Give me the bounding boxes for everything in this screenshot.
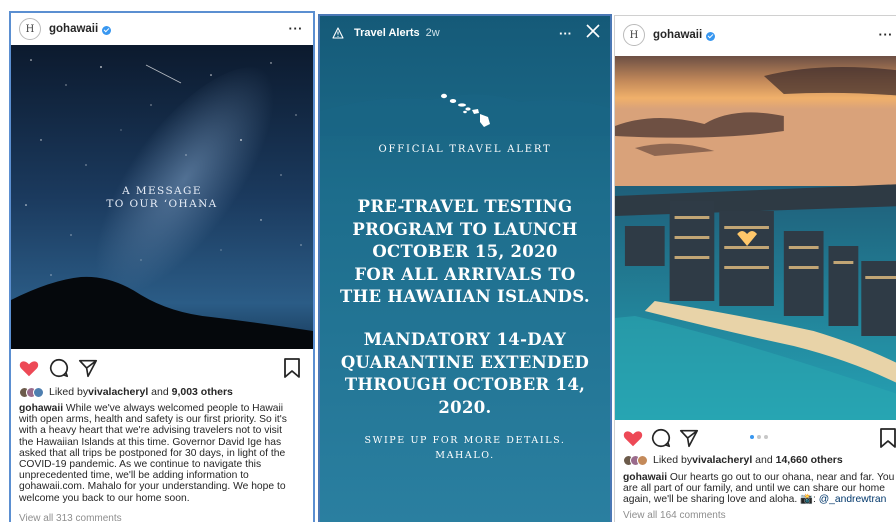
avatar bbox=[637, 454, 648, 466]
image-message-text: A MESSAGE TO OUR ‘OHANA bbox=[11, 185, 313, 211]
post-header: H gohawaii ··· bbox=[615, 16, 896, 54]
carousel-dot bbox=[757, 435, 761, 439]
caption-line: COVID-19 pandemic. As we continue to nav… bbox=[19, 459, 262, 471]
post-actions bbox=[615, 427, 896, 453]
headline-line: PRE-TRAVEL TESTING bbox=[357, 197, 573, 216]
verified-icon bbox=[102, 25, 112, 35]
likes-count[interactable]: 9,003 others bbox=[172, 386, 233, 398]
caption-line: welcome you back to our home soon. bbox=[19, 492, 190, 504]
mahalo-text: MAHALO. bbox=[435, 450, 495, 461]
headline-line: THE HAWAIIAN ISLANDS. bbox=[340, 287, 590, 306]
heart-icon[interactable] bbox=[18, 357, 40, 379]
more-icon[interactable]: ··· bbox=[559, 26, 572, 41]
swipe-up-text[interactable]: SWIPE UP FOR MORE DETAILS. bbox=[320, 433, 610, 448]
liked-by-user[interactable]: vivalacheryl bbox=[88, 386, 148, 398]
image-text-line-2: TO OUR ‘OHANA bbox=[106, 198, 218, 210]
caption-line: asked that all trips be postponed for 30… bbox=[19, 447, 286, 459]
caption-line: are all part of our family, and until we… bbox=[623, 483, 885, 495]
post-caption: gohawaii Our hearts go out to our ohana,… bbox=[623, 472, 896, 506]
photographer-mention-link[interactable]: @_andrewtran bbox=[819, 494, 887, 505]
caption-line: again, we'll be sharing love and aloha. … bbox=[623, 494, 819, 506]
headline-line: QUARANTINE EXTENDED bbox=[340, 352, 590, 372]
likes-prefix: Liked by bbox=[653, 454, 693, 466]
bookmark-icon[interactable] bbox=[283, 357, 301, 379]
hawaii-logo-icon[interactable]: H bbox=[623, 24, 645, 46]
story-title[interactable]: Travel Alerts bbox=[354, 27, 420, 39]
liked-by-user[interactable]: vivalacheryl bbox=[692, 454, 752, 466]
story-headline-quarantine: MANDATORY 14-DAY QUARANTINE EXTENDED THR… bbox=[320, 329, 610, 419]
liker-avatars bbox=[623, 454, 648, 466]
likes-and: and bbox=[148, 386, 172, 398]
warning-icon bbox=[332, 27, 344, 39]
story-headline-testing: PRE-TRAVEL TESTING PROGRAM TO LAUNCH OCT… bbox=[320, 196, 610, 309]
carousel-dot bbox=[764, 435, 768, 439]
post-card-waikiki: H gohawaii ··· Liked by vivalacheryl and… bbox=[614, 15, 896, 522]
story-footer: SWIPE UP FOR MORE DETAILS. MAHALO. bbox=[320, 433, 610, 463]
post-image-waikiki-sunset[interactable] bbox=[615, 56, 896, 420]
story-age: 2w bbox=[425, 27, 440, 39]
comment-icon[interactable] bbox=[48, 357, 70, 379]
caption-username[interactable]: gohawaii bbox=[19, 403, 63, 414]
likes-count[interactable]: 14,660 others bbox=[776, 454, 843, 466]
carousel-dot-active bbox=[750, 435, 754, 439]
hawaiian-islands-icon bbox=[441, 93, 490, 127]
post-username[interactable]: gohawaii bbox=[49, 23, 98, 35]
headline-line: OCTOBER 15, 2020 bbox=[372, 242, 558, 261]
more-icon[interactable]: ··· bbox=[879, 27, 894, 42]
heart-icon[interactable] bbox=[622, 427, 644, 449]
headline-line: PROGRAM TO LAUNCH bbox=[352, 219, 578, 239]
caption-line: the Hawaiian Islands at this time. Gover… bbox=[19, 436, 282, 448]
story-kicker: OFFICIAL TRAVEL ALERT bbox=[378, 144, 552, 155]
bookmark-icon[interactable] bbox=[879, 427, 896, 449]
story-travel-alert[interactable]: Travel Alerts 2w ··· OFFICIAL TRAVEL ALE… bbox=[318, 14, 612, 522]
more-icon[interactable]: ··· bbox=[289, 21, 304, 36]
comment-icon[interactable] bbox=[650, 427, 672, 449]
view-all-comments-link[interactable]: View all 313 comments bbox=[19, 513, 122, 522]
avatar bbox=[33, 386, 44, 398]
caption-line: with a heavy heart that we're advising t… bbox=[19, 425, 282, 437]
caption-line: with open arms, health and safety is our… bbox=[19, 414, 287, 426]
caption-line: unprecedented time, we'll be adding info… bbox=[19, 470, 249, 482]
likes-prefix: Liked by bbox=[49, 386, 89, 398]
likes-row[interactable]: Liked by vivalacheryl and 9,003 others bbox=[19, 386, 233, 398]
caption-line: While we've always welcomed people to Ha… bbox=[63, 403, 284, 414]
share-icon[interactable] bbox=[77, 357, 99, 379]
headline-line: MANDATORY 14-DAY bbox=[363, 330, 567, 349]
view-all-comments-link[interactable]: View all 164 comments bbox=[623, 510, 726, 521]
caption-line: Our hearts go out to our ohana, near and… bbox=[667, 472, 895, 483]
verified-icon bbox=[706, 31, 716, 41]
share-icon[interactable] bbox=[678, 427, 700, 449]
caption-line: gohawaii.com. Mahalo for your understand… bbox=[19, 481, 286, 493]
post-actions bbox=[11, 357, 313, 383]
likes-row[interactable]: Liked by vivalacheryl and 14,660 others bbox=[623, 454, 843, 466]
hawaii-logo-icon[interactable]: H bbox=[19, 18, 41, 40]
headline-line: THROUGH OCTOBER 14, 2020. bbox=[344, 375, 586, 417]
post-caption: gohawaii While we've always welcomed peo… bbox=[19, 403, 287, 504]
post-card-message: H gohawaii ··· A MESSAGE TO OUR ‘OHANA L… bbox=[9, 11, 315, 522]
image-text-line-1: A MESSAGE bbox=[122, 185, 202, 197]
caption-username[interactable]: gohawaii bbox=[623, 472, 667, 483]
carousel-dots bbox=[750, 435, 768, 439]
close-icon[interactable] bbox=[584, 22, 602, 40]
likes-and: and bbox=[752, 454, 776, 466]
post-username[interactable]: gohawaii bbox=[653, 29, 702, 41]
liker-avatars bbox=[19, 386, 44, 398]
post-header: H gohawaii ··· bbox=[11, 13, 313, 45]
headline-line: FOR ALL ARRIVALS TO bbox=[354, 264, 576, 284]
